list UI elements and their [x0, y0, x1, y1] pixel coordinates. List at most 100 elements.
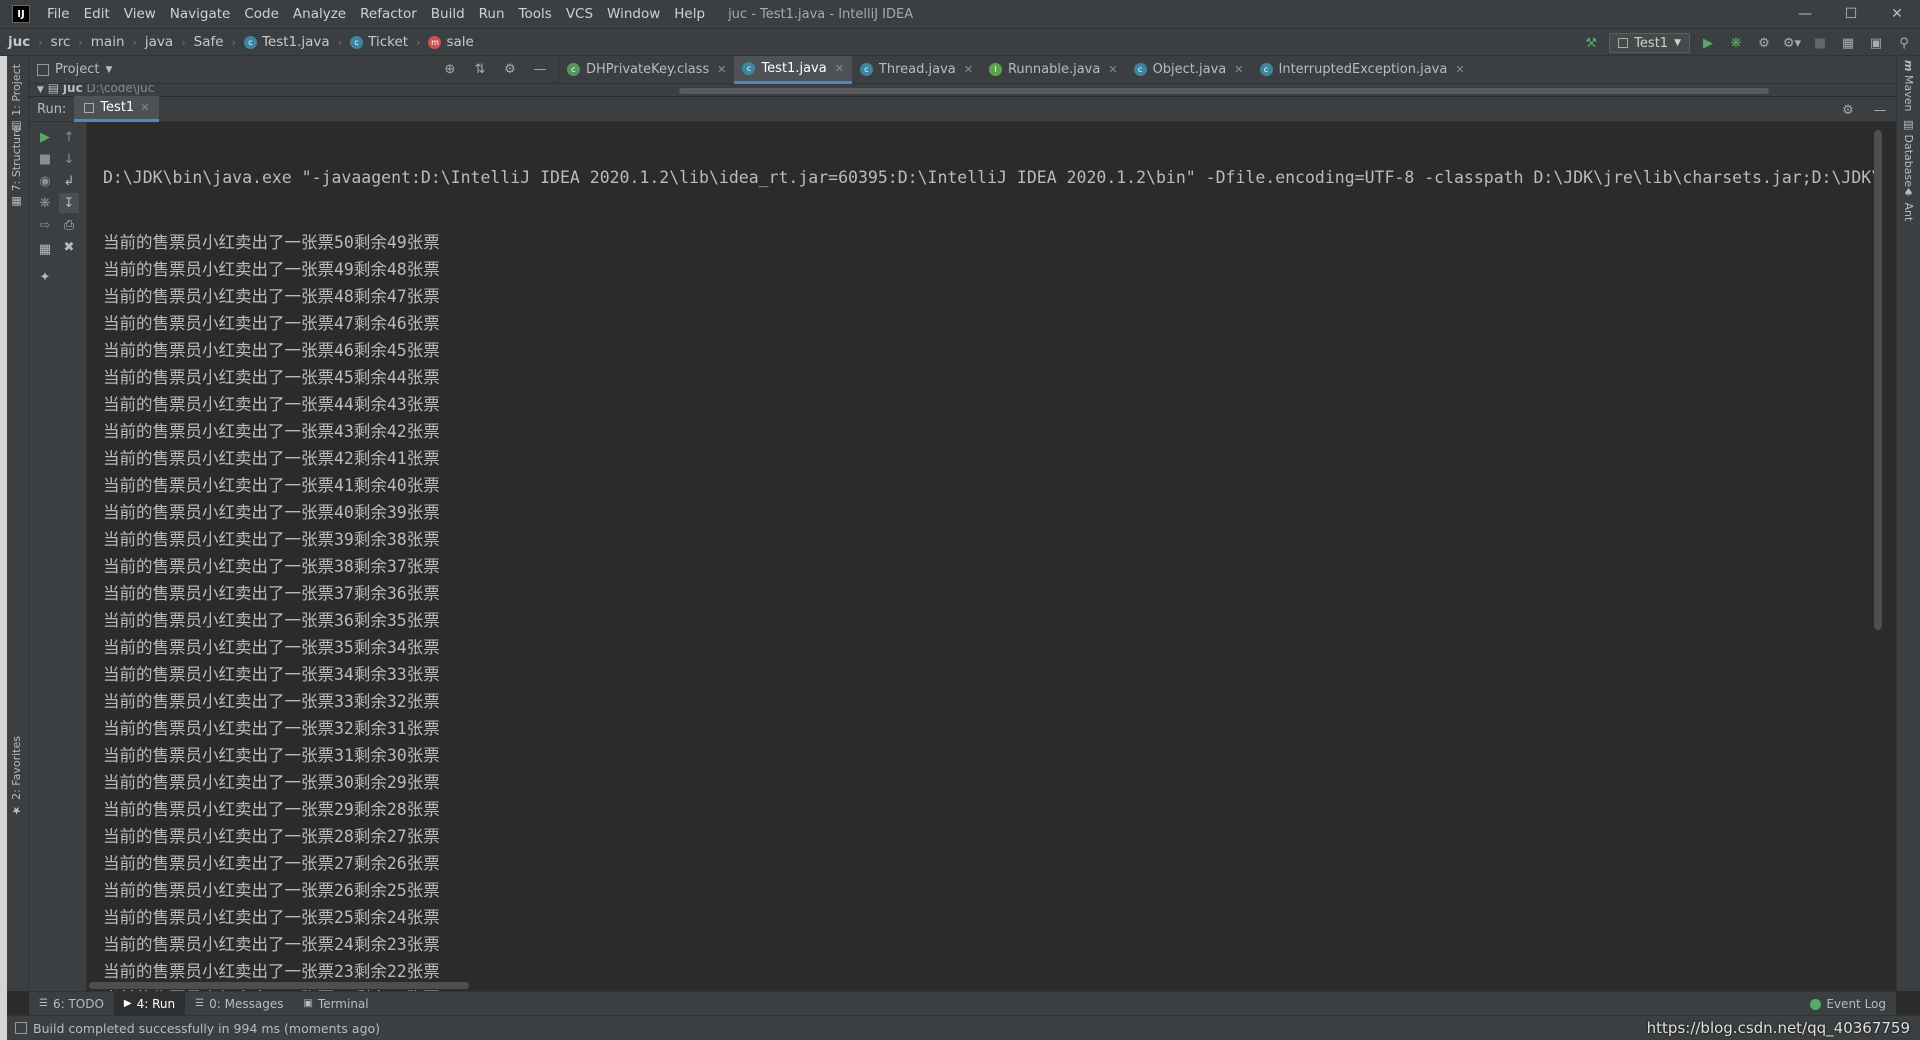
run-config-select[interactable]: Test1 ▼ — [1609, 33, 1690, 53]
status-toggle-icon[interactable] — [15, 1022, 27, 1034]
bottom-tab[interactable]: ▣ Terminal — [293, 992, 378, 1016]
hide-icon[interactable]: — — [530, 60, 550, 80]
breadcrumb-item[interactable]: java › — [137, 34, 186, 50]
editor-tab[interactable]: c Thread.java ✕ — [852, 56, 981, 84]
menu-run[interactable]: Run — [472, 0, 512, 28]
layout-icon[interactable]: ▦ — [35, 239, 55, 259]
console-line: 当前的售票员小红卖出了一张票32剩余31张票 — [103, 719, 440, 738]
menu-vcs[interactable]: VCS — [559, 0, 600, 28]
close-icon[interactable]: ✕ — [1874, 0, 1920, 28]
editor-tab-label: Runnable.java — [1007, 62, 1101, 77]
minimize-icon[interactable]: — — [1782, 0, 1828, 28]
tree-root-path: D:\code\juc — [86, 84, 155, 95]
bottom-tab[interactable]: ▶ 4: Run — [113, 991, 186, 1016]
close-icon[interactable]: ✕ — [1108, 63, 1117, 76]
gear-icon[interactable]: ⚙ — [1838, 100, 1858, 120]
menu-help[interactable]: Help — [667, 0, 712, 28]
exit-icon[interactable]: ⇨ — [35, 215, 55, 235]
run-icon[interactable]: ▶ — [1698, 33, 1718, 53]
debug-icon[interactable]: ❋ — [1726, 33, 1746, 53]
breadcrumb-item[interactable]: src › — [43, 34, 83, 50]
tool-tab-structure[interactable]: ▦ 7: Structure — [10, 126, 23, 208]
close-icon[interactable]: ✕ — [964, 63, 973, 76]
search-icon[interactable]: ⚲ — [1894, 33, 1914, 53]
build-hammer-icon[interactable]: ⚒ — [1581, 33, 1601, 53]
locate-icon[interactable]: ⊕ — [440, 60, 460, 80]
console-horizontal-scrollbar[interactable] — [89, 982, 469, 989]
menu-refactor[interactable]: Refactor — [353, 0, 424, 28]
stop-icon[interactable]: ■ — [1810, 33, 1830, 53]
menu-analyze[interactable]: Analyze — [286, 0, 353, 28]
editor-tab[interactable]: I Runnable.java ✕ — [981, 56, 1126, 84]
editor-tab[interactable]: c Object.java ✕ — [1126, 56, 1252, 84]
menu-build[interactable]: Build — [424, 0, 472, 28]
run-tab-test1[interactable]: Test1 ✕ — [74, 96, 160, 122]
editor-tab[interactable]: c DHPrivateKey.class ✕ — [559, 56, 734, 84]
close-icon[interactable]: ✕ — [835, 62, 844, 75]
console-output[interactable]: D:\JDK\bin\java.exe "-javaagent:D:\Intel… — [87, 122, 1884, 991]
project-view-select[interactable]: Project — [55, 62, 99, 77]
trash-icon[interactable]: ✖ — [59, 237, 79, 257]
down-arrow-icon[interactable]: ↓ — [59, 149, 79, 169]
maven-icon: m — [1902, 60, 1915, 72]
tool-tab-favorites[interactable]: ★ 2: Favorites — [10, 736, 23, 817]
collapse-all-icon[interactable]: ⇅ — [470, 60, 490, 80]
menu-file[interactable]: File — [40, 0, 77, 28]
project-structure-icon[interactable]: ▦ — [1838, 33, 1858, 53]
tool-tab-maven[interactable]: m Maven — [1902, 60, 1915, 111]
editor-tabs: c DHPrivateKey.class ✕ c Test1.java ✕ c Thread.… — [559, 55, 1473, 84]
menu-edit[interactable]: Edit — [77, 0, 117, 28]
camera-icon[interactable]: ◉ — [35, 171, 55, 191]
console-line: 当前的售票员小红卖出了一张票36剩余35张票 — [103, 611, 440, 630]
print-icon[interactable]: ⎙ — [59, 215, 79, 235]
event-log-button[interactable]: Event Log — [1810, 992, 1886, 1016]
breadcrumb-item[interactable]: m sale — [420, 34, 474, 50]
presentation-icon[interactable]: ▣ — [1866, 33, 1886, 53]
chevron-down-icon: ▼ — [37, 85, 44, 95]
editor-tab-label: Object.java — [1152, 62, 1227, 77]
close-icon[interactable]: ✕ — [1234, 63, 1243, 76]
gear-icon[interactable]: ⚙ — [500, 60, 520, 80]
breadcrumb-item[interactable]: c Ticket › — [342, 34, 420, 50]
close-icon[interactable]: ✕ — [1455, 63, 1464, 76]
tool-tab-ant[interactable]: ♠ Ant — [1902, 186, 1915, 221]
profile-icon[interactable]: ⚙▾ — [1782, 33, 1802, 53]
breadcrumb-item[interactable]: main › — [83, 34, 137, 50]
tool-tab-project[interactable]: ▤ 1: Project — [10, 64, 23, 133]
close-icon[interactable]: ✕ — [140, 101, 149, 114]
console-line: 当前的售票员小红卖出了一张票46剩余45张票 — [103, 341, 440, 360]
chevron-down-icon[interactable]: ▼ — [105, 65, 112, 75]
tree-root-label: juc — [62, 84, 83, 95]
menu-tools[interactable]: Tools — [512, 0, 559, 28]
menu-navigate[interactable]: Navigate — [163, 0, 238, 28]
terminal-icon: ▣ — [303, 998, 313, 1009]
stop-icon[interactable]: ■ — [35, 149, 55, 169]
console-vertical-scrollbar[interactable] — [1874, 130, 1882, 630]
scroll-to-end-icon[interactable]: ↧ — [59, 193, 79, 213]
project-and-editor-tabs-row: Project ▼ ⊕ ⇅ ⚙ — c DHPrivateKey.class ✕ c T… — [29, 55, 1896, 84]
hide-icon[interactable]: — — [1870, 100, 1890, 120]
breadcrumb-item[interactable]: c Test1.java › — [236, 34, 342, 50]
soft-wrap-icon[interactable]: ↲ — [59, 171, 79, 191]
menu-window[interactable]: Window — [600, 0, 667, 28]
java-class-icon: c — [1133, 63, 1147, 76]
menu-view[interactable]: View — [117, 0, 163, 28]
debug-icon[interactable]: ❋ — [35, 193, 55, 213]
bottom-tab[interactable]: ☰ 0: Messages — [185, 992, 293, 1016]
editor-tab[interactable]: c Test1.java ✕ — [734, 55, 852, 84]
editor-tab[interactable]: c InterruptedException.java ✕ — [1252, 56, 1473, 84]
console-line: 当前的售票员小红卖出了一张票27剩余26张票 — [103, 854, 440, 873]
coverage-icon[interactable]: ⚙ — [1754, 33, 1774, 53]
breadcrumb-item[interactable]: juc › — [0, 34, 43, 50]
tool-tab-database[interactable]: ▤ Database — [1902, 118, 1915, 187]
close-icon[interactable]: ✕ — [717, 63, 726, 76]
up-arrow-icon[interactable]: ↑ — [59, 127, 79, 147]
maximize-icon[interactable]: ☐ — [1828, 0, 1874, 28]
breadcrumb-item[interactable]: Safe › — [186, 34, 236, 50]
rerun-icon[interactable]: ▶ — [35, 127, 55, 147]
bottom-tab[interactable]: ☰ 6: TODO — [29, 992, 114, 1016]
editor-horizontal-scrollbar[interactable] — [679, 88, 1769, 94]
console-line: 当前的售票员小红卖出了一张票48剩余47张票 — [103, 287, 440, 306]
pin-icon[interactable]: ✦ — [35, 267, 55, 287]
menu-code[interactable]: Code — [237, 0, 286, 28]
